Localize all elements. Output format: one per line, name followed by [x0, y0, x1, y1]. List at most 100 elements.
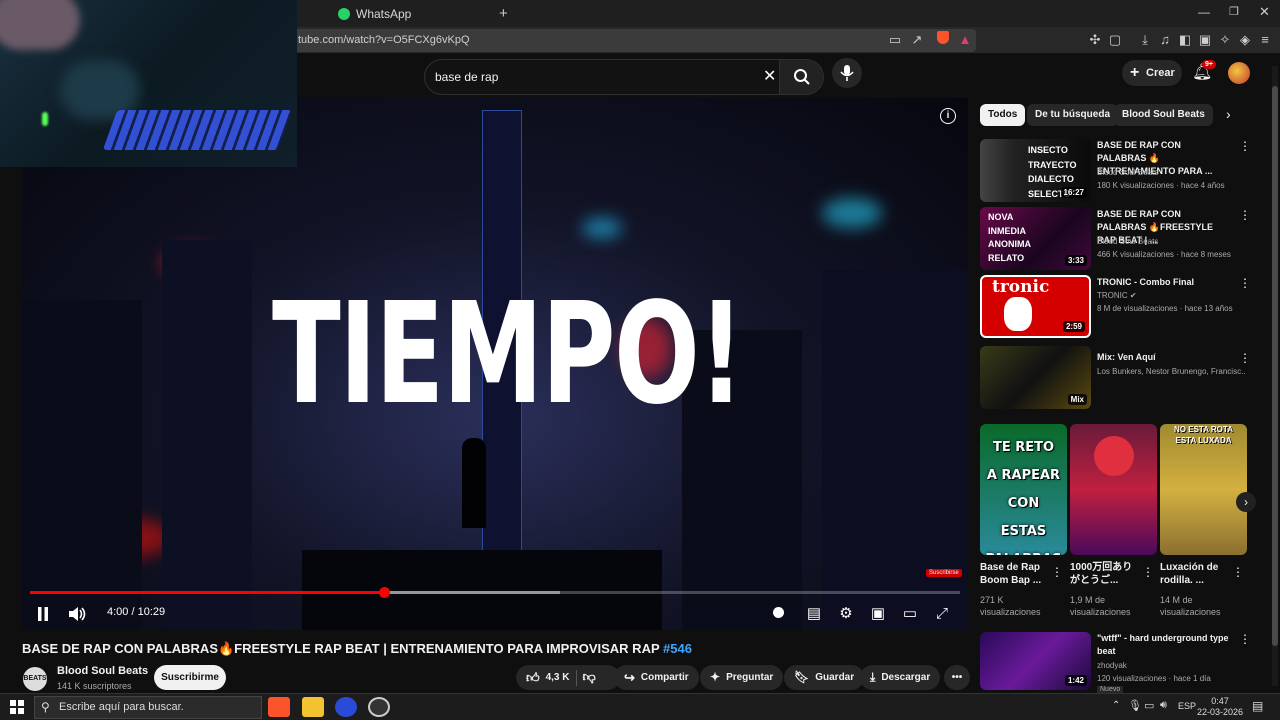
clear-search-icon[interactable]: ✕ [763, 66, 776, 86]
page-scrollbar[interactable] [1272, 66, 1278, 686]
restore-button[interactable]: ❐ [1229, 5, 1239, 18]
brave-shields-icon[interactable] [932, 31, 954, 49]
rec-menu-icon[interactable]: ⋮ [1239, 139, 1251, 153]
share-button[interactable]: ↪ Compartir [614, 665, 699, 690]
downloads-icon[interactable]: ⤓ [1136, 31, 1154, 49]
autoplay-toggle[interactable] [766, 602, 790, 626]
taskbar-search[interactable]: ⚲ Escribe aquí para buscar. [34, 696, 262, 719]
account-avatar[interactable] [1228, 62, 1250, 84]
rec-thumbnail[interactable]: INSECTO TRAYECTO DIALECTO SELECTO 16:27 [980, 139, 1091, 202]
rec-title[interactable]: TRONIC - Combo Final [1097, 276, 1231, 289]
rec-thumbnail[interactable]: 1:42 [980, 632, 1091, 690]
channel-name[interactable]: Blood Soul Beats [57, 665, 148, 677]
settings-button[interactable]: ⚙ [834, 602, 858, 626]
rec-channel[interactable]: Los Bunkers, Nestor Brunengo, Francisc..… [1097, 367, 1245, 376]
brave-app-icon[interactable] [268, 697, 290, 717]
microphone-tray-icon[interactable]: 🎙︎ [1128, 699, 1142, 712]
media-icon[interactable]: ♫ [1156, 31, 1174, 49]
sidebar-toggle-icon[interactable]: ▢ [1106, 31, 1124, 49]
shorts-next-icon[interactable]: › [1236, 492, 1256, 512]
leo-ai-icon[interactable]: ✧ [1216, 31, 1234, 49]
short-menu-icon[interactable]: ⋮ [1142, 565, 1154, 579]
search-button[interactable] [779, 60, 823, 94]
progress-bar[interactable] [30, 587, 960, 598]
miniplayer-button[interactable]: ▣ [866, 602, 890, 626]
rec-menu-icon[interactable]: ⋮ [1239, 208, 1251, 222]
info-icon[interactable]: i [940, 108, 956, 124]
channel-avatar[interactable]: BEATS [23, 667, 47, 691]
screen-cast-icon[interactable]: ▭ [886, 31, 904, 49]
game-app-icon[interactable] [335, 697, 357, 717]
notifications-button[interactable]: 🔔︎ 9+ [1192, 60, 1216, 82]
scrollbar-thumb[interactable] [1272, 86, 1278, 646]
search-icon [794, 69, 810, 85]
like-button[interactable]: 👍︎ 4,3 K [526, 665, 570, 690]
volume-tray-icon[interactable]: 🔊︎ [1160, 699, 1167, 712]
language-indicator[interactable]: ESP [1178, 701, 1196, 711]
chips-next-icon[interactable]: › [1226, 106, 1231, 122]
short-thumbnail[interactable] [1070, 424, 1157, 555]
obs-app-icon[interactable] [368, 697, 390, 717]
video-hashtag[interactable]: #546 [663, 641, 692, 656]
taskbar-clock[interactable]: 0:47 22-03-2026 [1196, 696, 1244, 718]
rec-thumbnail[interactable]: Mix [980, 346, 1091, 409]
wallet-icon[interactable]: ▣ [1196, 31, 1214, 49]
tray-overflow-icon[interactable]: ⌃ [1112, 700, 1120, 711]
download-button[interactable]: ⤓ Descargar [860, 665, 941, 690]
ask-button[interactable]: ✦ Preguntar [700, 665, 784, 690]
volume-button[interactable] [66, 602, 90, 626]
short-thumbnail[interactable]: TE RETO A RAPEAR CON ESTAS PALABRAS [980, 424, 1067, 555]
subscribe-button[interactable]: Suscribirme [154, 665, 226, 690]
more-actions-button[interactable]: ••• [944, 665, 970, 690]
save-button[interactable]: 🔖︎ Guardar [784, 665, 865, 690]
rec-menu-icon[interactable]: ⋮ [1239, 276, 1251, 290]
chip-todos[interactable]: Todos [980, 104, 1026, 126]
extensions-icon[interactable]: ✣ [1086, 31, 1104, 49]
windows-start-button[interactable] [10, 700, 24, 714]
rec-menu-icon[interactable]: ⋮ [1239, 632, 1251, 646]
dislike-button[interactable]: 👎︎ [583, 664, 596, 691]
new-tab-button[interactable]: + [499, 5, 508, 22]
short-menu-icon[interactable]: ⋮ [1232, 565, 1244, 579]
search-box[interactable]: base de rap ✕ [424, 59, 824, 95]
short-thumbnail[interactable]: NO ESTA ROTA ESTA LUXADA [1160, 424, 1247, 555]
short-stats: 271 K visualizaciones [980, 595, 1041, 617]
notification-center-icon[interactable]: ▤ [1252, 699, 1263, 713]
short-menu-icon[interactable]: ⋮ [1051, 565, 1063, 579]
short-title[interactable]: Luxación de rodilla. ... [1160, 561, 1230, 587]
video-player[interactable]: TIEMPO! i Suscribirse 4:00 / 10:29 ▤ ⚙ ▣… [22, 98, 968, 630]
rec-thumbnail[interactable]: tronic 2:59 [980, 275, 1091, 338]
chip-de-tu-busqueda[interactable]: De tu búsqueda [1027, 104, 1119, 126]
subscribe-watermark[interactable]: Suscribirse [926, 569, 962, 577]
pause-button[interactable] [31, 602, 55, 626]
short-title[interactable]: Base de Rap Boom Bap ... [980, 561, 1050, 587]
tab-whatsapp[interactable]: WhatsApp [330, 2, 490, 26]
fullscreen-button[interactable]: ⤢ [930, 602, 954, 626]
share-icon[interactable]: ↗ [908, 31, 926, 49]
url-field[interactable]: tube.com/watch?v=O5FCXg6vKpQ [270, 29, 976, 52]
file-explorer-icon[interactable] [302, 697, 324, 717]
rec-channel[interactable]: TRONIC ✔ [1097, 291, 1245, 300]
chip-blood-soul-beats[interactable]: Blood Soul Beats [1114, 104, 1213, 126]
network-icon[interactable]: ▭ [1144, 699, 1154, 712]
rec-channel[interactable]: zhodyak [1097, 661, 1245, 670]
brave-rewards-icon[interactable]: ▲ [956, 31, 974, 49]
search-input[interactable]: base de rap [435, 70, 498, 84]
cast-button[interactable]: ▭ [898, 602, 922, 626]
short-title[interactable]: 1000万回ありがとうご... [1070, 561, 1140, 587]
close-window-button[interactable]: ✕ [1259, 4, 1270, 20]
create-button[interactable]: + Crear [1122, 60, 1182, 86]
rec-menu-icon[interactable]: ⋮ [1239, 351, 1251, 365]
cast-icon: ▭ [902, 605, 918, 622]
rec-channel[interactable]: Blood Soul Beats [1097, 237, 1245, 246]
rec-thumbnail[interactable]: NOVA INMEDIA ANONIMA RELATO 3:33 [980, 207, 1091, 270]
voice-search-button[interactable] [832, 58, 862, 88]
menu-icon[interactable]: ≡ [1256, 31, 1274, 49]
rec-title[interactable]: Mix: Ven Aquí [1097, 351, 1231, 364]
rec-channel[interactable]: Blood Soul Beats [1097, 168, 1245, 177]
rec-title[interactable]: "wtff" - hard underground type beat [1097, 632, 1231, 658]
vpn-icon[interactable]: ◈ [1236, 31, 1254, 49]
split-view-icon[interactable]: ◧ [1176, 31, 1194, 49]
subtitles-button[interactable]: ▤ [802, 602, 826, 626]
minimize-button[interactable]: — [1198, 5, 1210, 19]
